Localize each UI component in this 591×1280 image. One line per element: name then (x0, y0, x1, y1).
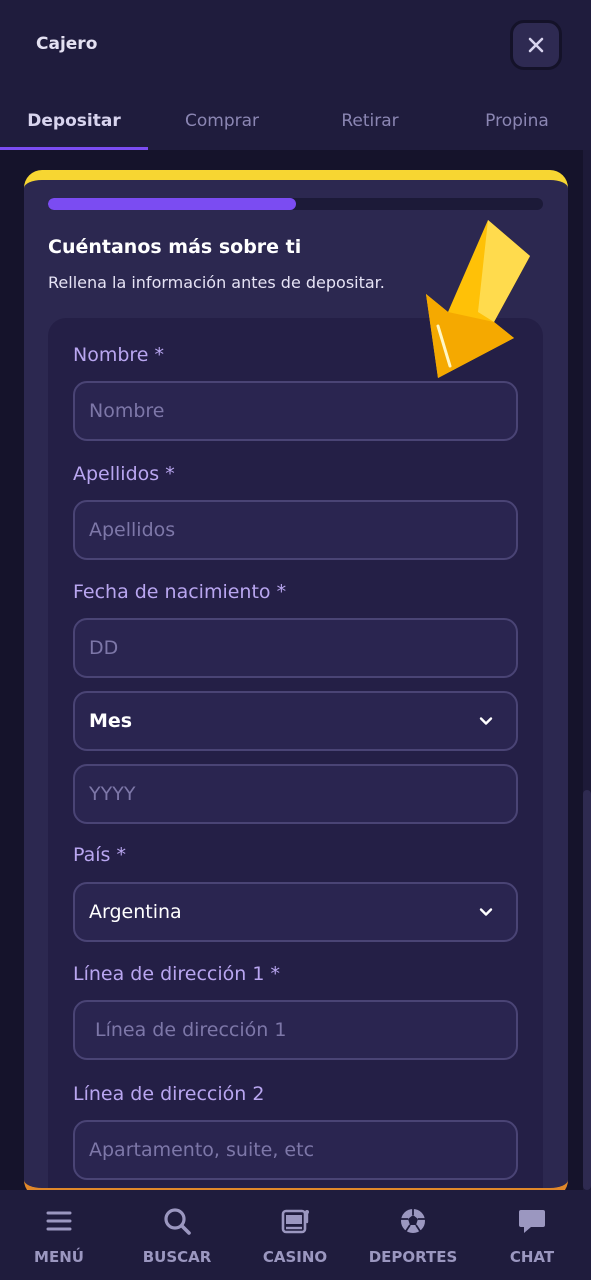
address1-input[interactable] (95, 1019, 516, 1041)
address2-field[interactable] (73, 1120, 518, 1180)
progress-bar (48, 198, 543, 210)
pointing-arrow-icon (426, 220, 530, 378)
card-title: Cuéntanos más sobre ti (48, 236, 302, 258)
close-icon (528, 37, 544, 53)
nav-label-menu: MENÚ (34, 1248, 84, 1266)
menu-icon (46, 1211, 72, 1231)
tab-depositar[interactable]: Depositar (0, 92, 148, 150)
chevron-down-icon (479, 717, 493, 725)
address1-label: Línea de dirección 1 * (73, 963, 280, 985)
last-name-field[interactable] (73, 500, 518, 560)
address1-field[interactable] (73, 1000, 518, 1060)
country-label: País * (73, 844, 126, 866)
slot-machine-icon (281, 1209, 309, 1234)
nav-item-chat[interactable]: CHAT (473, 1190, 591, 1280)
form-panel: Nombre * Apellidos * Fecha de nacimiento… (48, 318, 543, 1188)
first-name-label: Nombre * (73, 344, 165, 366)
nav-label-chat: CHAT (509, 1248, 555, 1266)
first-name-field[interactable] (73, 381, 518, 441)
tab-retirar[interactable]: Retirar (296, 92, 444, 150)
birth-date-label: Fecha de nacimiento * (73, 581, 287, 603)
nav-item-search[interactable]: BUSCAR (118, 1190, 236, 1280)
birth-month-select[interactable]: Mes (73, 691, 518, 751)
chat-bubble-icon (519, 1210, 545, 1233)
birth-day-input[interactable] (89, 637, 516, 659)
progress-bar-fill (48, 198, 296, 210)
birth-year-input[interactable] (89, 783, 516, 805)
card-subtitle: Rellena la información antes de deposita… (48, 273, 385, 292)
country-select[interactable]: Argentina (73, 882, 518, 942)
country-value: Argentina (89, 901, 182, 923)
page-title: Cajero (36, 34, 98, 54)
cashier-header: Cajero (0, 0, 591, 92)
nav-item-casino[interactable]: CASINO (236, 1190, 354, 1280)
nav-item-menu[interactable]: MENÚ (0, 1190, 118, 1280)
nav-label-search: BUSCAR (142, 1248, 212, 1266)
last-name-label: Apellidos * (73, 463, 175, 485)
nav-label-casino: CASINO (262, 1248, 328, 1266)
address2-label: Línea de dirección 2 (73, 1083, 265, 1105)
tab-propina[interactable]: Propina (443, 92, 591, 150)
birth-year-field[interactable] (73, 764, 518, 824)
nav-label-sports: DEPORTES (368, 1248, 458, 1266)
birth-day-field[interactable] (73, 618, 518, 678)
bottom-nav: MENÚ BUSCAR CASINO DEPORTES CHAT (0, 1190, 591, 1280)
last-name-input[interactable] (89, 519, 516, 541)
close-button[interactable] (510, 20, 562, 70)
scrollbar-thumb[interactable] (583, 790, 591, 1190)
scrollbar[interactable] (583, 150, 591, 1190)
address2-input[interactable] (89, 1139, 516, 1161)
search-icon (164, 1208, 191, 1235)
first-name-input[interactable] (89, 400, 516, 422)
birth-month-value: Mes (89, 710, 133, 732)
chevron-down-icon (479, 908, 493, 916)
nav-item-sports[interactable]: DEPORTES (354, 1190, 472, 1280)
soccer-ball-icon (401, 1209, 425, 1233)
tab-comprar[interactable]: Comprar (148, 92, 296, 150)
cashier-tabs: Depositar Comprar Retirar Propina (0, 92, 591, 150)
